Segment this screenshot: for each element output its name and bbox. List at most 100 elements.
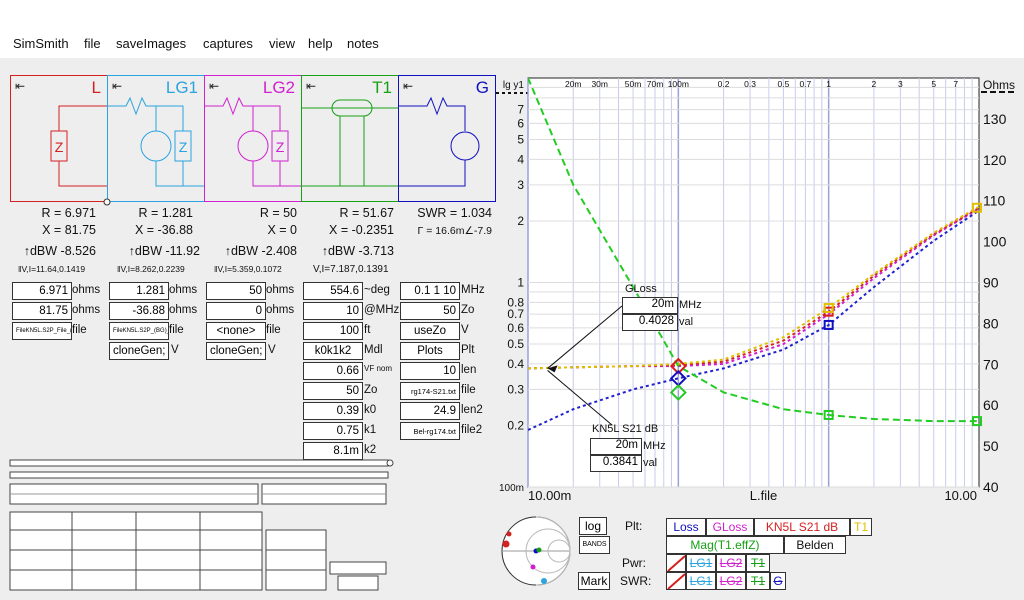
smith-chart-thumbnail[interactable] [498,513,574,589]
plot-toggle-loss[interactable]: Loss [666,518,706,536]
tick-label-right: 120 [983,152,1007,168]
swr-toggle-t1[interactable]: T1 [746,572,770,590]
generator-param-input[interactable]: 10 [400,362,460,380]
stat-gamma: Γ = 16.6m∠-7.9 [417,225,492,237]
tick-label-right: 110 [983,193,1006,209]
tick-label-top: 2 [872,79,877,89]
plt-label: Plt: [625,519,643,533]
stat-r: R = 51.67 [339,206,394,220]
pwr-label: Pwr: [622,556,646,570]
menu-notes[interactable]: notes [347,36,379,51]
l-file-input[interactable]: FileKN5L.S2P_File_(BG)_(Beldenryg) [12,322,72,340]
card-load-L[interactable]: ⇤ L Z [10,75,108,202]
menu-simsmith[interactable]: SimSmith [13,36,69,51]
tick-label-top: 100m [668,79,689,89]
card-lg2[interactable]: ⇤ LG2 Z [204,75,302,202]
lg1-reactance-input[interactable]: -36.88 [109,302,169,320]
plot-toggle-belden[interactable]: Belden [784,536,846,554]
tick-label-left: 0.7 [507,307,524,321]
x-max-label: 10.00 [944,488,977,500]
l-reactance-input[interactable]: 81.75 [12,302,72,320]
menu-help[interactable]: help [308,36,333,51]
power-toggle-t1[interactable]: T1 [746,554,770,572]
card-lg1[interactable]: ⇤ LG1 Z [107,75,205,202]
t1-param-input[interactable]: 0.66 [303,362,363,380]
lg2-voltage-input[interactable]: cloneGen; [206,342,266,360]
card-t1[interactable]: ⇤ T1 [301,75,399,202]
menu-bar: SimSmith file saveImages captures view h… [0,0,1024,58]
plot-toggle-s21[interactable]: KN5L S21 dB [754,518,850,536]
t1-param-input[interactable]: 100 [303,322,363,340]
tick-label-right: 80 [983,315,999,331]
swr-toggle-g[interactable]: G [770,572,786,590]
power-toggle-lg2[interactable]: LG2 [716,554,746,572]
card-generator-G[interactable]: ⇤ G [398,75,496,202]
unit-label: file [72,324,87,336]
l-resistance-input[interactable]: 6.971 [12,282,72,300]
lg1-resistance-input[interactable]: 1.281 [109,282,169,300]
marker-gloss-freq-input[interactable]: 20m [622,297,678,314]
generator-param-input[interactable]: Bel-rg174.txt [400,422,460,440]
generator-param-input[interactable]: 50 [400,302,460,320]
marker-gloss-value: 0.4028 [622,314,678,331]
menu-saveimages[interactable]: saveImages [116,36,186,51]
unit-label: Zo [364,384,378,396]
unit-label: k1 [364,424,377,436]
unit-label: ohms [72,284,101,296]
generator-param-input[interactable]: 0.1 1 10 [400,282,460,300]
menu-file[interactable]: file [84,36,101,51]
unit-label: len [461,364,477,376]
tick-label-left: 0.3 [507,382,524,396]
t1-param-input[interactable]: 554.6 [303,282,363,300]
mark-button[interactable]: Mark [578,572,610,590]
stat-x: X = 81.75 [42,223,96,237]
log-toggle-button[interactable]: log [579,517,607,535]
circuit-overview-thumbnail[interactable] [8,458,396,592]
t1-param-input[interactable]: 10 [303,302,363,320]
lg2-resistance-input[interactable]: 50 [206,282,266,300]
lg2-file-input[interactable]: <none> [206,322,266,340]
tick-label-top: 70m [647,79,664,89]
menu-captures[interactable]: captures [203,36,253,51]
lg2-reactance-input[interactable]: 0 [206,302,266,320]
lg1-file-input[interactable]: FileKN5L.S2P_(BG)_(Beldenryg) [109,322,169,340]
tick-label-right: 50 [983,438,999,454]
plot-toggle-gloss[interactable]: GLoss [706,518,754,536]
unit-label: MHz [461,284,485,296]
plot-toggle-mag-t1-effz[interactable]: Mag(T1.effZ) [666,536,784,554]
unit-label: VF nom [364,364,393,373]
stat-vi: ‖V,I=5.359,0.1072 [214,264,282,274]
tick-label-right: Ohms [983,78,1015,92]
menu-view[interactable]: view [269,36,295,51]
t1-param-input[interactable]: 0.39 [303,402,363,420]
frequency-plot[interactable]: 20m 30m 50m 70m 100m 0.2 0.3 0.5 0.7 1 2 3 5 7lg y176… [498,70,1024,500]
tick-label-top: 30m [591,79,608,89]
t1-param-input[interactable]: 50 [303,382,363,400]
lg1-voltage-input[interactable]: cloneGen; [109,342,169,360]
marker-s21-freq-input[interactable]: 20m [590,438,642,455]
node-handle-icon[interactable] [103,198,111,206]
disabled-toggle-icon[interactable] [666,572,686,590]
stat-x: X = -0.2351 [329,223,394,237]
tick-label-left: 5 [517,133,524,147]
generator-param-input[interactable]: rg174-S21.txt [400,382,460,400]
disabled-toggle-icon[interactable] [666,554,686,572]
tick-label-right: 90 [983,275,999,291]
stat-dbw: ↑dBW -2.408 [224,244,297,258]
generator-param-input[interactable]: useZo [400,322,460,340]
svg-text:Z: Z [179,139,188,155]
unit-label: len2 [461,404,483,416]
generator-param-input[interactable]: 24.9 [400,402,460,420]
t1-param-input[interactable]: k0k1k2 [303,342,363,360]
bands-button[interactable]: BANDS [579,536,610,554]
t1-param-input[interactable]: 0.75 [303,422,363,440]
power-toggle-lg1[interactable]: LG1 [686,554,716,572]
unit-label: val [643,457,658,469]
plot-toggle-t1[interactable]: T1 [850,518,872,536]
tick-label-top: 5 [931,79,936,89]
swr-toggle-lg2[interactable]: LG2 [716,572,746,590]
swr-toggle-lg1[interactable]: LG1 [686,572,716,590]
generator-param-input[interactable]: Plots [400,342,460,360]
x-min-label: 10.00m [528,488,571,500]
tick-label-left: 0.4 [507,357,524,371]
